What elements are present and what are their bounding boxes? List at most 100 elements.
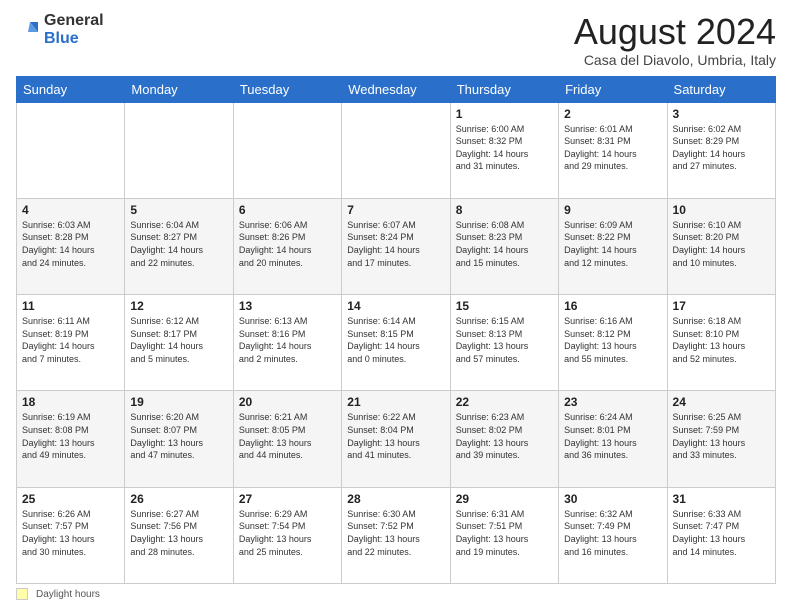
day-info-19: Sunrise: 6:20 AMSunset: 8:07 PMDaylight:… [130, 411, 227, 461]
cell-1-3: 7Sunrise: 6:07 AMSunset: 8:24 PMDaylight… [342, 198, 450, 294]
day-info-24: Sunrise: 6:25 AMSunset: 7:59 PMDaylight:… [673, 411, 770, 461]
day-number-21: 21 [347, 395, 444, 409]
day-number-4: 4 [22, 203, 119, 217]
day-info-17: Sunrise: 6:18 AMSunset: 8:10 PMDaylight:… [673, 315, 770, 365]
day-number-9: 9 [564, 203, 661, 217]
day-info-20: Sunrise: 6:21 AMSunset: 8:05 PMDaylight:… [239, 411, 336, 461]
cell-0-1 [125, 102, 233, 198]
page: General Blue August 2024 Casa del Diavol… [0, 0, 792, 612]
day-info-28: Sunrise: 6:30 AMSunset: 7:52 PMDaylight:… [347, 508, 444, 558]
day-number-23: 23 [564, 395, 661, 409]
day-info-23: Sunrise: 6:24 AMSunset: 8:01 PMDaylight:… [564, 411, 661, 461]
col-tuesday: Tuesday [233, 76, 341, 102]
day-info-15: Sunrise: 6:15 AMSunset: 8:13 PMDaylight:… [456, 315, 553, 365]
week-row-2: 11 Sunrise: 6:11 AMSunset: 8:19 PMDayligh… [17, 295, 776, 391]
week-row-4: 25 Sunrise: 6:26 AMSunset: 7:57 PMDayligh… [17, 487, 776, 583]
cell-1-2: 6 Sunrise: 6:06 AMSunset: 8:26 PMDaylight… [233, 198, 341, 294]
col-sunday: Sunday [17, 76, 125, 102]
logo-icon [16, 18, 40, 42]
daylight-label: Daylight hours [36, 589, 100, 600]
col-saturday: Saturday [667, 76, 775, 102]
day-info-6: Sunrise: 6:06 AMSunset: 8:26 PMDaylight:… [239, 219, 336, 269]
cell-4-2: 27 Sunrise: 6:29 AMSunset: 7:54 PMDayligh… [233, 487, 341, 583]
day-info-31: Sunrise: 6:33 AMSunset: 7:47 PMDaylight:… [673, 508, 770, 558]
week-row-3: 18 Sunrise: 6:19 AMSunset: 8:08 PMDayligh… [17, 391, 776, 487]
day-info-8: Sunrise: 6:08 AMSunset: 8:23 PMDaylight:… [456, 219, 553, 269]
day-number-15: 15 [456, 299, 553, 313]
day-number-16: 16 [564, 299, 661, 313]
day-number-19: 19 [130, 395, 227, 409]
day-info-30: Sunrise: 6:32 AMSunset: 7:49 PMDaylight:… [564, 508, 661, 558]
cell-1-1: 5Sunrise: 6:04 AMSunset: 8:27 PMDaylight… [125, 198, 233, 294]
day-info-11: Sunrise: 6:11 AMSunset: 8:19 PMDaylight:… [22, 315, 119, 365]
day-number-10: 10 [673, 203, 770, 217]
day-number-27: 27 [239, 492, 336, 506]
footer: Daylight hours [16, 588, 776, 600]
cell-0-3 [342, 102, 450, 198]
cell-1-4: 8 Sunrise: 6:08 AMSunset: 8:23 PMDaylight… [450, 198, 558, 294]
cell-2-3: 14Sunrise: 6:14 AMSunset: 8:15 PMDayligh… [342, 295, 450, 391]
day-number-7: 7 [347, 203, 444, 217]
day-info-10: Sunrise: 6:10 AMSunset: 8:20 PMDaylight:… [673, 219, 770, 269]
day-number-26: 26 [130, 492, 227, 506]
day-info-25: Sunrise: 6:26 AMSunset: 7:57 PMDaylight:… [22, 508, 119, 558]
cell-3-2: 20 Sunrise: 6:21 AMSunset: 8:05 PMDayligh… [233, 391, 341, 487]
cell-3-1: 19 Sunrise: 6:20 AMSunset: 8:07 PMDayligh… [125, 391, 233, 487]
cell-4-4: 29 Sunrise: 6:31 AMSunset: 7:51 PMDayligh… [450, 487, 558, 583]
day-info-26: Sunrise: 6:27 AMSunset: 7:56 PMDaylight:… [130, 508, 227, 558]
day-number-20: 20 [239, 395, 336, 409]
day-info-21: Sunrise: 6:22 AMSunset: 8:04 PMDaylight:… [347, 411, 444, 461]
cell-1-0: 4Sunrise: 6:03 AMSunset: 8:28 PMDaylight… [17, 198, 125, 294]
day-number-29: 29 [456, 492, 553, 506]
logo-text: General Blue [44, 12, 104, 47]
col-wednesday: Wednesday [342, 76, 450, 102]
day-number-2: 2 [564, 107, 661, 121]
day-info-9: Sunrise: 6:09 AMSunset: 8:22 PMDaylight:… [564, 219, 661, 269]
day-info-18: Sunrise: 6:19 AMSunset: 8:08 PMDaylight:… [22, 411, 119, 461]
day-number-12: 12 [130, 299, 227, 313]
cell-3-5: 23 Sunrise: 6:24 AMSunset: 8:01 PMDayligh… [559, 391, 667, 487]
day-number-11: 11 [22, 299, 119, 313]
day-number-24: 24 [673, 395, 770, 409]
day-number-8: 8 [456, 203, 553, 217]
cell-3-0: 18 Sunrise: 6:19 AMSunset: 8:08 PMDayligh… [17, 391, 125, 487]
day-number-28: 28 [347, 492, 444, 506]
logo-blue: Blue [44, 30, 79, 47]
cell-2-1: 12 Sunrise: 6:12 AMSunset: 8:17 PMDayligh… [125, 295, 233, 391]
cell-4-1: 26 Sunrise: 6:27 AMSunset: 7:56 PMDayligh… [125, 487, 233, 583]
day-number-3: 3 [673, 107, 770, 121]
logo-general: General [44, 12, 104, 29]
cell-0-5: 2 Sunrise: 6:01 AMSunset: 8:31 PMDaylight… [559, 102, 667, 198]
calendar-header-row: Sunday Monday Tuesday Wednesday Thursday… [17, 76, 776, 102]
day-number-22: 22 [456, 395, 553, 409]
cell-2-0: 11 Sunrise: 6:11 AMSunset: 8:19 PMDayligh… [17, 295, 125, 391]
day-info-3: Sunrise: 6:02 AMSunset: 8:29 PMDaylight:… [673, 123, 770, 173]
cell-1-6: 10 Sunrise: 6:10 AMSunset: 8:20 PMDayligh… [667, 198, 775, 294]
location: Casa del Diavolo, Umbria, Italy [574, 52, 776, 68]
cell-0-2 [233, 102, 341, 198]
day-info-12: Sunrise: 6:12 AMSunset: 8:17 PMDaylight:… [130, 315, 227, 365]
day-info-13: Sunrise: 6:13 AMSunset: 8:16 PMDaylight:… [239, 315, 336, 365]
cell-0-4: 1Sunrise: 6:00 AMSunset: 8:32 PMDaylight… [450, 102, 558, 198]
cell-0-6: 3 Sunrise: 6:02 AMSunset: 8:29 PMDaylight… [667, 102, 775, 198]
day-number-6: 6 [239, 203, 336, 217]
cell-4-0: 25 Sunrise: 6:26 AMSunset: 7:57 PMDayligh… [17, 487, 125, 583]
daylight-box-icon [16, 588, 28, 600]
day-info-29: Sunrise: 6:31 AMSunset: 7:51 PMDaylight:… [456, 508, 553, 558]
day-info-27: Sunrise: 6:29 AMSunset: 7:54 PMDaylight:… [239, 508, 336, 558]
week-row-0: 1Sunrise: 6:00 AMSunset: 8:32 PMDaylight… [17, 102, 776, 198]
cell-2-5: 16Sunrise: 6:16 AMSunset: 8:12 PMDayligh… [559, 295, 667, 391]
cell-2-2: 13 Sunrise: 6:13 AMSunset: 8:16 PMDayligh… [233, 295, 341, 391]
day-info-14: Sunrise: 6:14 AMSunset: 8:15 PMDaylight:… [347, 315, 444, 365]
calendar-table: Sunday Monday Tuesday Wednesday Thursday… [16, 76, 776, 584]
day-info-2: Sunrise: 6:01 AMSunset: 8:31 PMDaylight:… [564, 123, 661, 173]
day-number-25: 25 [22, 492, 119, 506]
cell-4-3: 28 Sunrise: 6:30 AMSunset: 7:52 PMDayligh… [342, 487, 450, 583]
day-number-18: 18 [22, 395, 119, 409]
day-number-31: 31 [673, 492, 770, 506]
title-block: August 2024 Casa del Diavolo, Umbria, It… [574, 12, 776, 68]
cell-3-3: 21 Sunrise: 6:22 AMSunset: 8:04 PMDayligh… [342, 391, 450, 487]
col-thursday: Thursday [450, 76, 558, 102]
cell-4-5: 30Sunrise: 6:32 AMSunset: 7:49 PMDayligh… [559, 487, 667, 583]
day-number-13: 13 [239, 299, 336, 313]
